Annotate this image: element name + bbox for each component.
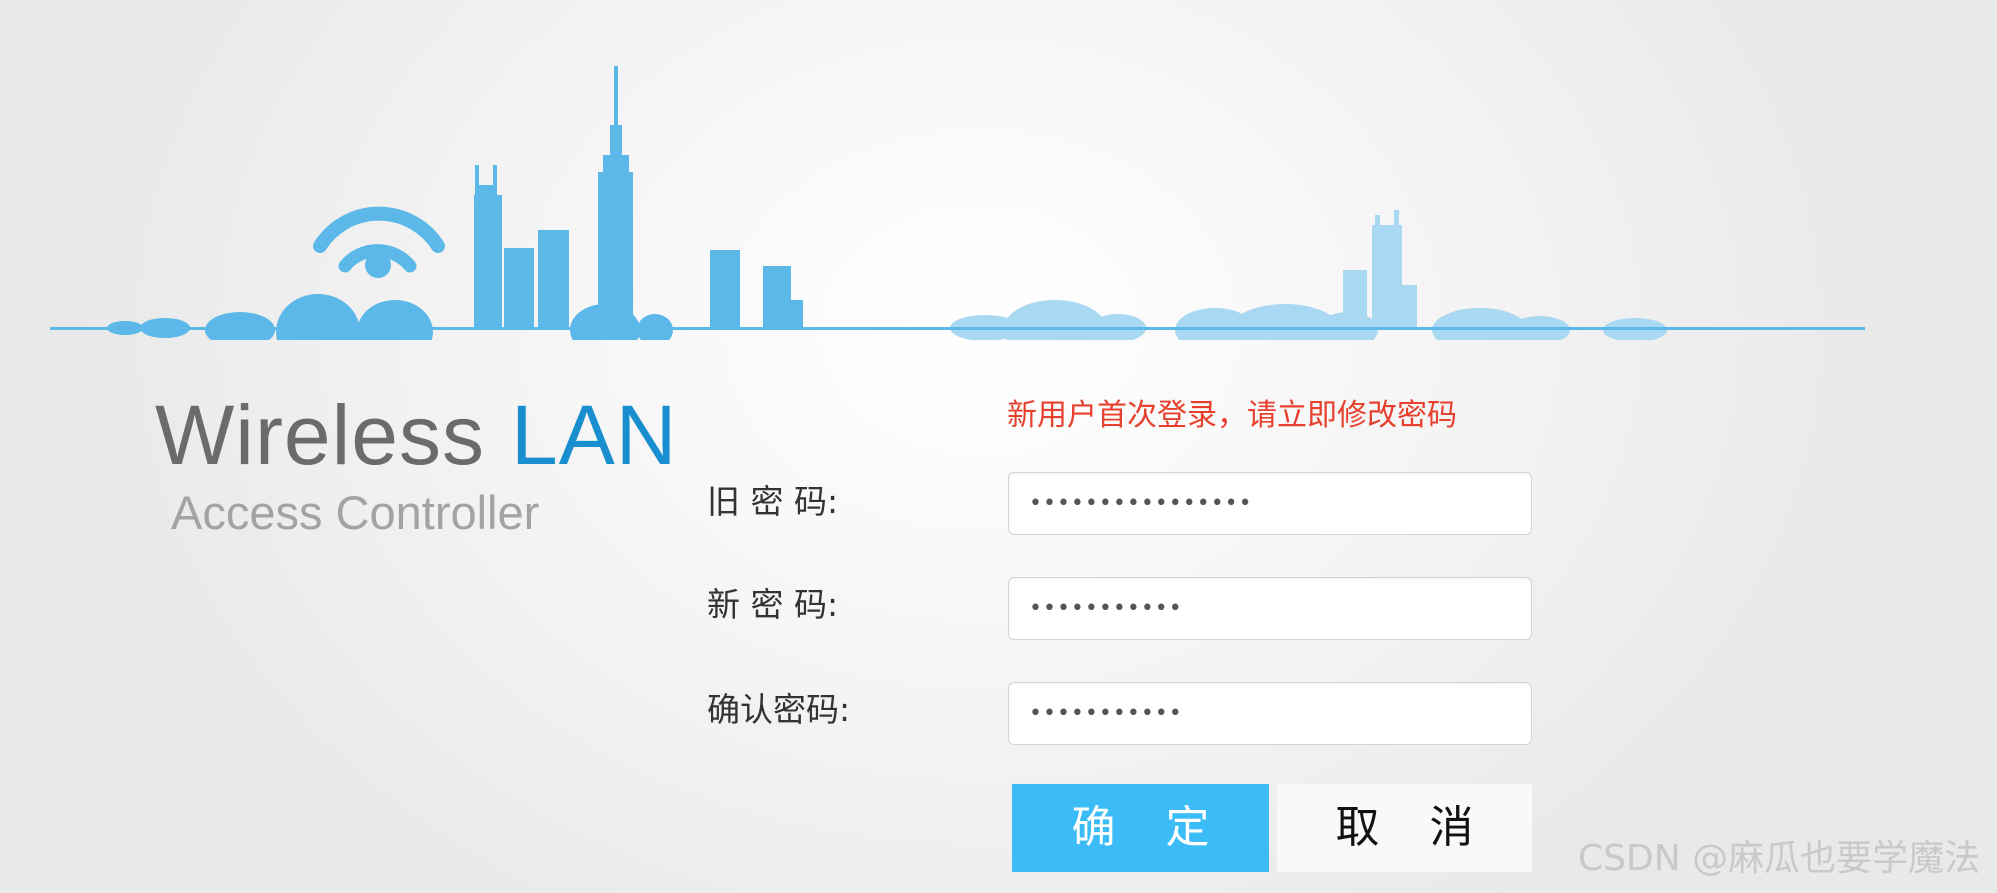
brand-logo: Wireless LAN Access Controller	[155, 385, 695, 545]
first-login-notice: 新用户首次登录，请立即修改密码	[1007, 398, 1457, 433]
watermark: CSDN @麻瓜也要学魔法	[1578, 838, 1981, 879]
cancel-button[interactable]: 取 消	[1277, 784, 1532, 872]
old-password-value: ••••••••••••••••	[1029, 491, 1253, 516]
city-skyline-icon	[50, 66, 1865, 340]
confirm-password-label: 确认密码:	[707, 690, 851, 729]
new-password-value: •••••••••••	[1029, 596, 1183, 621]
brand-subtitle: Access Controller	[171, 486, 540, 539]
brand-title-lan: LAN	[511, 388, 678, 482]
new-password-label: 新 密 码:	[707, 585, 839, 624]
confirm-button[interactable]: 确 定	[1012, 784, 1269, 872]
old-password-field[interactable]: ••••••••••••••••	[1008, 472, 1532, 535]
confirm-password-value: •••••••••••	[1029, 701, 1183, 726]
brand-title-wireless: Wireless	[155, 388, 486, 482]
confirm-password-field[interactable]: •••••••••••	[1008, 682, 1532, 745]
old-password-label: 旧 密 码:	[707, 482, 839, 521]
brand-title: Wireless LAN	[155, 385, 677, 485]
new-password-field[interactable]: •••••••••••	[1008, 577, 1532, 640]
